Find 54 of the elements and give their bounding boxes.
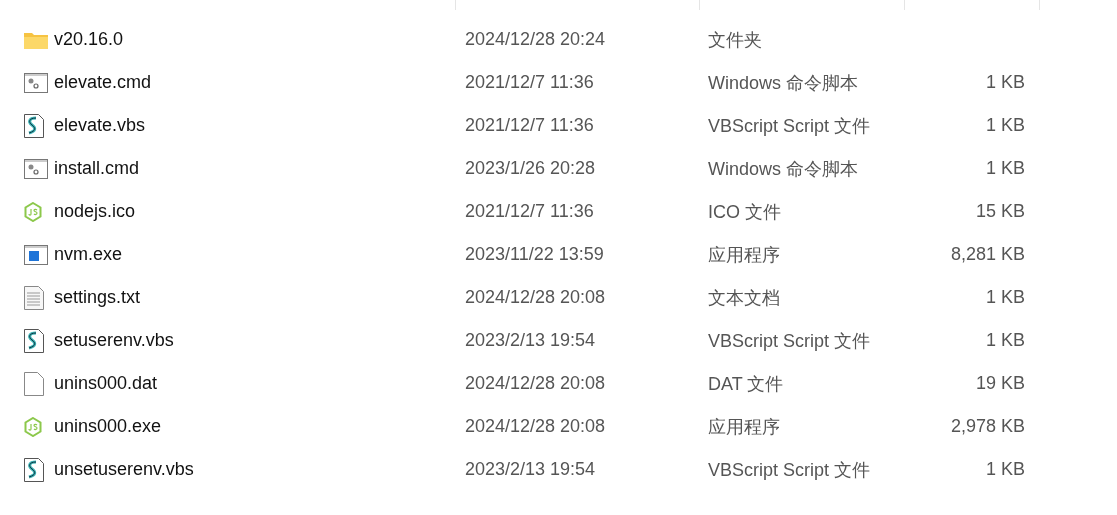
modified-date: 2024/12/28 20:08	[465, 287, 607, 308]
file-type: VBScript Script 文件	[708, 329, 872, 353]
modified-date: 2024/12/28 20:08	[465, 373, 607, 394]
modified-date: 2021/12/7 11:36	[465, 115, 595, 136]
hexagon-icon	[24, 416, 42, 437]
file-type: 文本文档	[708, 286, 781, 310]
file-type: 文件夹	[708, 28, 763, 52]
file-name[interactable]: unsetuserenv.vbs	[54, 459, 465, 480]
file-size: 8,281 KB	[949, 244, 1025, 265]
file-name[interactable]: unins000.dat	[54, 373, 465, 394]
file-size: 1 KB	[984, 287, 1025, 308]
file-type: ICO 文件	[708, 200, 782, 224]
hexagon-icon	[24, 201, 42, 222]
file-size: 1 KB	[984, 459, 1025, 480]
script-file-icon	[24, 113, 44, 138]
file-type: 应用程序	[708, 415, 781, 439]
file-size: 1 KB	[984, 330, 1025, 351]
file-name[interactable]: setuserenv.vbs	[54, 330, 465, 351]
file-type: Windows 命令脚本	[708, 71, 860, 95]
file-name[interactable]: elevate.vbs	[54, 115, 465, 136]
file-size: 2,978 KB	[949, 416, 1025, 437]
file-name[interactable]: settings.txt	[54, 287, 465, 308]
file-size: 1 KB	[984, 115, 1025, 136]
blank-file-icon	[24, 371, 44, 396]
file-name[interactable]: unins000.exe	[54, 416, 465, 437]
file-name[interactable]: nvm.exe	[54, 244, 465, 265]
modified-date: 2023/2/13 19:54	[465, 330, 597, 351]
modified-date: 2023/2/13 19:54	[465, 459, 597, 480]
modified-date: 2021/12/7 11:36	[465, 201, 595, 222]
file-name[interactable]: install.cmd	[54, 158, 465, 179]
modified-date: 2023/11/22 13:59	[465, 244, 605, 265]
file-name[interactable]: nodejs.ico	[54, 201, 465, 222]
file-type: 应用程序	[708, 243, 781, 267]
modified-date: 2023/1/26 20:28	[465, 158, 597, 179]
script-file-icon	[24, 328, 44, 353]
file-size: 1 KB	[984, 72, 1025, 93]
gear-file-icon	[24, 158, 48, 179]
file-size: 15 KB	[974, 201, 1025, 222]
file-size: 19 KB	[974, 373, 1025, 394]
file-type: VBScript Script 文件	[708, 458, 872, 482]
folder-icon	[24, 30, 48, 49]
file-size: 1 KB	[984, 158, 1025, 179]
modified-date: 2021/12/7 11:36	[465, 72, 595, 93]
gear-file-icon	[24, 72, 48, 93]
modified-date: 2024/12/28 20:08	[465, 416, 607, 437]
file-type: DAT 文件	[708, 372, 785, 396]
file-name[interactable]: v20.16.0	[54, 29, 465, 50]
file-name[interactable]: elevate.cmd	[54, 72, 465, 93]
modified-date: 2024/12/28 20:24	[465, 29, 607, 50]
text-file-icon	[24, 285, 44, 310]
application-icon	[24, 244, 48, 265]
file-type: VBScript Script 文件	[708, 114, 872, 138]
script-file-icon	[24, 457, 44, 482]
file-type: Windows 命令脚本	[708, 157, 860, 181]
